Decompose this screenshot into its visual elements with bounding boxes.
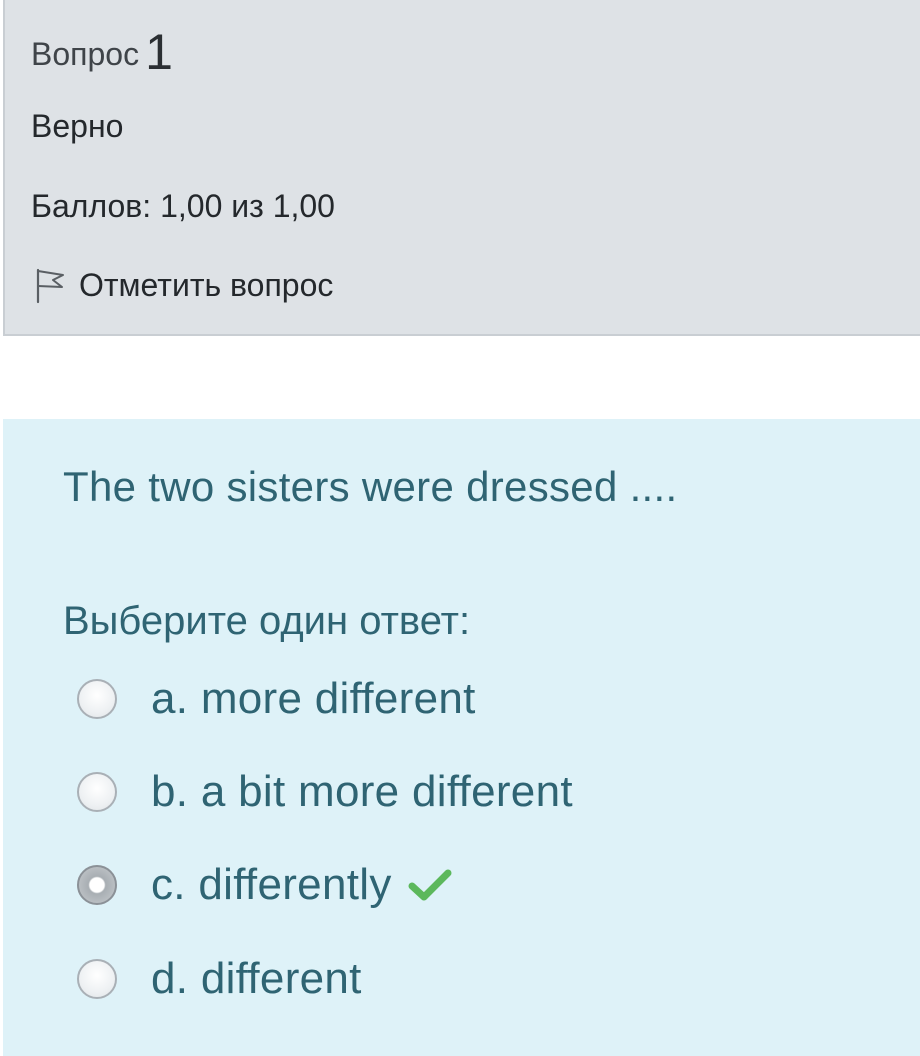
answer-option-a[interactable]: a. more different xyxy=(77,674,476,724)
question-info-panel: Вопрос 1 Верно Баллов: 1,00 из 1,00 Отмет… xyxy=(3,0,920,336)
radio-button-c-selected[interactable] xyxy=(77,865,117,905)
question-label: Вопрос xyxy=(31,36,140,72)
answer-label-a: a. more different xyxy=(151,674,476,723)
question-state: Верно xyxy=(31,108,124,144)
question-number: 1 xyxy=(145,24,173,80)
radio-button-a[interactable] xyxy=(77,679,117,719)
flag-question-button[interactable]: Отметить вопрос xyxy=(33,266,333,304)
flag-question-label: Отметить вопрос xyxy=(79,266,334,303)
radio-button-b[interactable] xyxy=(77,772,117,812)
radio-button-d[interactable] xyxy=(77,959,117,999)
answer-label-d: d. different xyxy=(151,954,362,1003)
question-text: The two sisters were dressed .... xyxy=(63,463,678,510)
question-number-heading: Вопрос 1 xyxy=(31,26,173,80)
answer-prompt: Выберите один ответ: xyxy=(63,599,471,643)
answer-option-b[interactable]: b. a bit more different xyxy=(77,767,573,817)
answer-option-d[interactable]: d. different xyxy=(77,954,362,1004)
question-formulation: The two sisters were dressed .... Выбери… xyxy=(3,419,920,1056)
answer-label-b: b. a bit more different xyxy=(151,767,573,816)
flag-icon xyxy=(33,266,67,304)
check-icon xyxy=(408,869,452,901)
answer-option-c[interactable]: c. differently xyxy=(77,860,452,910)
answer-label-c: c. differently xyxy=(151,860,392,909)
question-grade: Баллов: 1,00 из 1,00 xyxy=(31,188,335,224)
